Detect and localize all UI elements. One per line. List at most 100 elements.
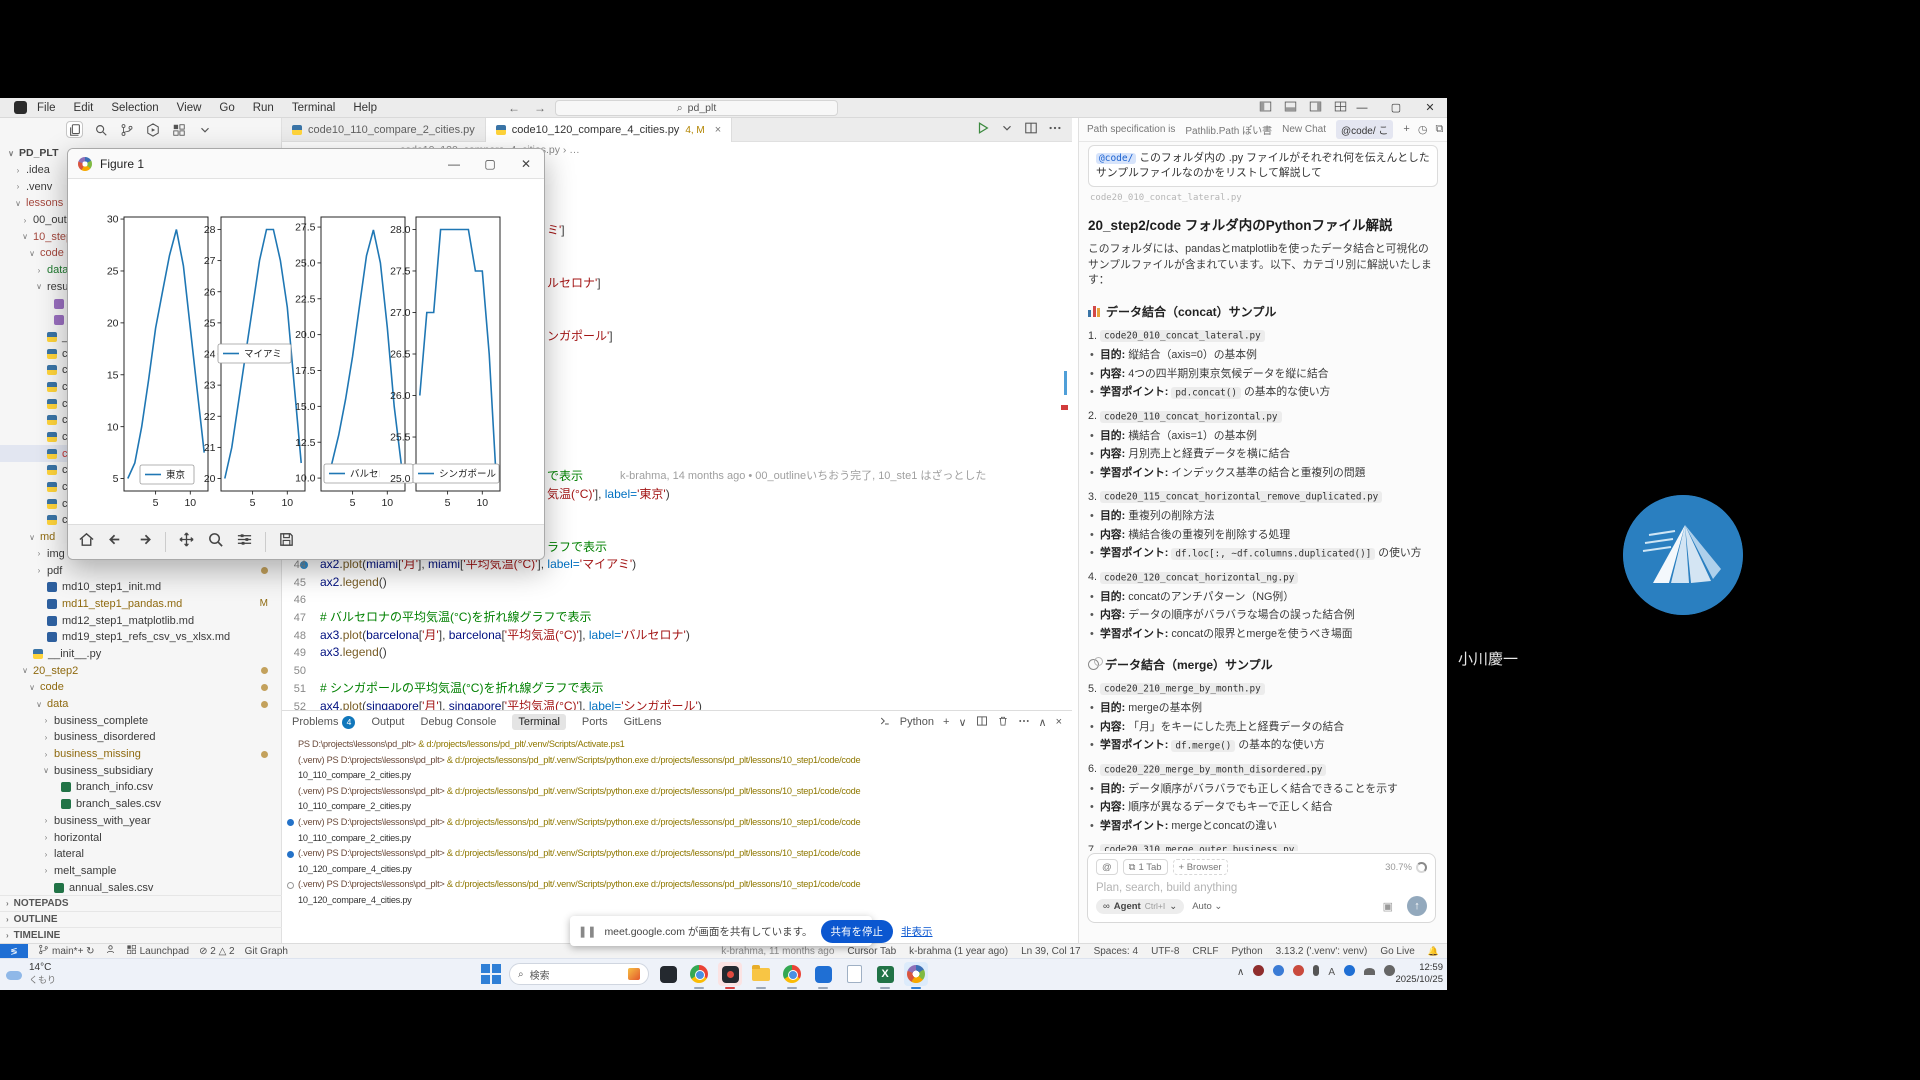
file-chip[interactable]: code20_010_concat_lateral.py — [1100, 330, 1265, 342]
status-cursor-tab[interactable]: Cursor Tab — [847, 946, 896, 957]
figure-tool-home-icon[interactable] — [78, 531, 95, 553]
chat-tab-2[interactable]: New Chat — [1282, 124, 1326, 135]
taskbar-matplotlib-icon[interactable] — [904, 962, 928, 986]
file-chip[interactable]: code20_210_merge_by_month.py — [1100, 683, 1265, 695]
tree-item-branch_info.csv[interactable]: branch_info.csv — [0, 779, 282, 796]
section-outline[interactable]: ›OUTLINE — [0, 911, 282, 927]
menu-terminal[interactable]: Terminal — [292, 102, 335, 114]
editor-tab-code10_120_compare_4_cities.py[interactable]: code10_120_compare_4_cities.py4, M× — [486, 118, 732, 142]
tree-item-md11_step1_pandas.md[interactable]: md11_step1_pandas.mdM — [0, 596, 282, 613]
hide-link[interactable]: 非表示 — [901, 924, 933, 939]
tree-item-20_step2[interactable]: ∨20_step2 — [0, 662, 282, 679]
browser-chip[interactable]: + Browser — [1173, 859, 1228, 875]
tree-item-melt_sample[interactable]: ›melt_sample — [0, 863, 282, 880]
tray-shield-icon[interactable] — [1293, 965, 1304, 979]
section-notepads[interactable]: ›NOTEPADS — [0, 895, 282, 911]
figure-minimize-button[interactable]: — — [436, 149, 472, 179]
taskbar-notepad-icon[interactable] — [842, 962, 866, 986]
taskbar-task-view-icon[interactable] — [656, 962, 680, 986]
mention-button[interactable]: @ — [1096, 859, 1118, 875]
chat-placeholder[interactable]: Plan, search, build anything — [1096, 882, 1427, 894]
status-main-[interactable]: main*+ ↻ — [38, 944, 95, 958]
tree-item-business_with_year[interactable]: ›business_with_year — [0, 813, 282, 830]
nav-forward-icon[interactable]: → — [534, 101, 546, 115]
panel-tab-gitlens[interactable]: GitLens — [624, 716, 662, 728]
source-control-icon[interactable] — [118, 121, 135, 138]
tree-item-horizontal[interactable]: ›horizontal — [0, 829, 282, 846]
chevron-down-icon[interactable] — [196, 121, 213, 138]
chat-tab-0[interactable]: Path specification is — [1087, 124, 1175, 135]
status-git-graph[interactable]: Git Graph — [245, 946, 288, 957]
new-chat-icon[interactable]: + — [1403, 123, 1409, 136]
file-chip[interactable]: code20_220_merge_by_month_disordered.py — [1100, 764, 1326, 776]
menu-selection[interactable]: Selection — [111, 102, 158, 114]
file-chip[interactable]: code20_110_concat_horizontal.py — [1100, 411, 1282, 423]
agent-mode-select[interactable]: ∞ AgentCtrl+I⌄ — [1096, 899, 1184, 914]
menu-file[interactable]: File — [37, 102, 56, 114]
taskbar-file-explorer-icon[interactable] — [749, 962, 773, 986]
file-chip[interactable]: code20_120_concat_horizontal_ng.py — [1100, 572, 1298, 584]
tray-mic-icon[interactable] — [1313, 965, 1319, 979]
figure-titlebar[interactable]: Figure 1 — ▢ ✕ — [68, 149, 544, 179]
tree-item-business_disordered[interactable]: ›business_disordered — [0, 729, 282, 746]
taskbar-chrome-icon[interactable] — [687, 962, 711, 986]
figure-tool-configure-icon[interactable] — [236, 531, 253, 553]
tray-ime-a-icon[interactable]: A — [1328, 967, 1335, 978]
chat-tab-3[interactable]: @code/ こ — [1336, 120, 1393, 139]
open-window-icon[interactable]: ⧉ — [1435, 123, 1443, 136]
notifications-bell-icon[interactable]: 🔔 — [1428, 946, 1439, 957]
menu-run[interactable]: Run — [253, 102, 274, 114]
stop-share-button[interactable]: 共有を停止 — [821, 920, 894, 943]
status--2-2[interactable]: ⊘ 2 △ 2 — [199, 946, 235, 957]
status-utf-8[interactable]: UTF-8 — [1151, 946, 1179, 957]
history-icon[interactable]: ◷ — [1418, 123, 1428, 136]
tree-item-lateral[interactable]: ›lateral — [0, 846, 282, 863]
nav-back-icon[interactable]: ← — [508, 101, 520, 115]
weather-widget[interactable]: 14°C くもり — [6, 962, 56, 986]
model-select[interactable]: Auto ⌄ — [1192, 901, 1222, 912]
section-timeline[interactable]: ›TIMELINE — [0, 927, 282, 943]
chat-tab-1[interactable]: Pathlib.Path ぽい書 — [1185, 122, 1272, 137]
split-terminal-icon[interactable] — [976, 715, 988, 730]
maximize-button[interactable]: ▢ — [1379, 98, 1413, 118]
tray-volume-icon[interactable] — [1384, 965, 1395, 979]
taskbar-excel-icon[interactable]: X — [873, 962, 897, 986]
layout-secondary-icon[interactable] — [1309, 100, 1322, 116]
chat-input-box[interactable]: @ ⧉1 Tab + Browser 30.7% Plan, search, b… — [1087, 853, 1436, 923]
tree-item-annual_sales.csv[interactable]: annual_sales.csv — [0, 879, 282, 893]
terminal-profile-icon[interactable] — [879, 715, 891, 730]
terminal-output[interactable]: PS D:\projects\lessons\pd_plt> & d:/proj… — [286, 737, 1070, 943]
search-icon[interactable] — [92, 121, 109, 138]
file-chip[interactable]: code20_115_concat_horizontal_remove_dupl… — [1100, 491, 1382, 503]
status-k-brahma-1-year-ago-[interactable]: k-brahma (1 year ago) — [909, 946, 1008, 957]
status-crlf[interactable]: CRLF — [1192, 946, 1218, 957]
panel-tab-output[interactable]: Output — [371, 716, 404, 728]
extensions-icon[interactable] — [170, 121, 187, 138]
taskbar-start-icon[interactable] — [480, 963, 502, 985]
menu-go[interactable]: Go — [219, 102, 234, 114]
tree-item-branch_sales.csv[interactable]: branch_sales.csv — [0, 796, 282, 813]
menu-view[interactable]: View — [177, 102, 202, 114]
tree-item-pdf[interactable]: ›pdf — [0, 562, 282, 579]
status-python[interactable]: Python — [1232, 946, 1263, 957]
kill-terminal-icon[interactable] — [997, 715, 1009, 730]
figure-tool-zoom-icon[interactable] — [207, 531, 224, 553]
tree-item-business_missing[interactable]: ›business_missing — [0, 746, 282, 763]
tab-context-chip[interactable]: ⧉1 Tab — [1123, 859, 1168, 875]
figure-tool-forward-icon[interactable] — [136, 531, 153, 553]
command-center-search[interactable]: ⌕ pd_plt — [555, 100, 838, 116]
tray-sync-icon[interactable] — [1273, 965, 1284, 979]
status-go-live[interactable]: Go Live — [1380, 946, 1414, 957]
panel-tab-ports[interactable]: Ports — [582, 716, 608, 728]
editor-tab-code10_110_compare_2_cities.py[interactable]: code10_110_compare_2_cities.py — [282, 118, 486, 142]
status-launchpad[interactable]: Launchpad — [126, 944, 190, 958]
layout-sidebar-icon[interactable] — [1259, 100, 1272, 116]
run-dropdown-icon[interactable] — [1000, 121, 1014, 138]
panel-tab-terminal[interactable]: Terminal — [512, 714, 566, 730]
tree-item-__init__.py[interactable]: __init__.py — [0, 646, 282, 663]
tree-item-md12_step1_matplotlib.md[interactable]: md12_step1_matplotlib.md — [0, 612, 282, 629]
close-button[interactable]: ✕ — [1413, 98, 1447, 118]
tray-chevron-up-icon[interactable]: ∧ — [1237, 967, 1244, 978]
figure-tool-pan-icon[interactable] — [178, 531, 195, 553]
tree-item-business_complete[interactable]: ›business_complete — [0, 712, 282, 729]
